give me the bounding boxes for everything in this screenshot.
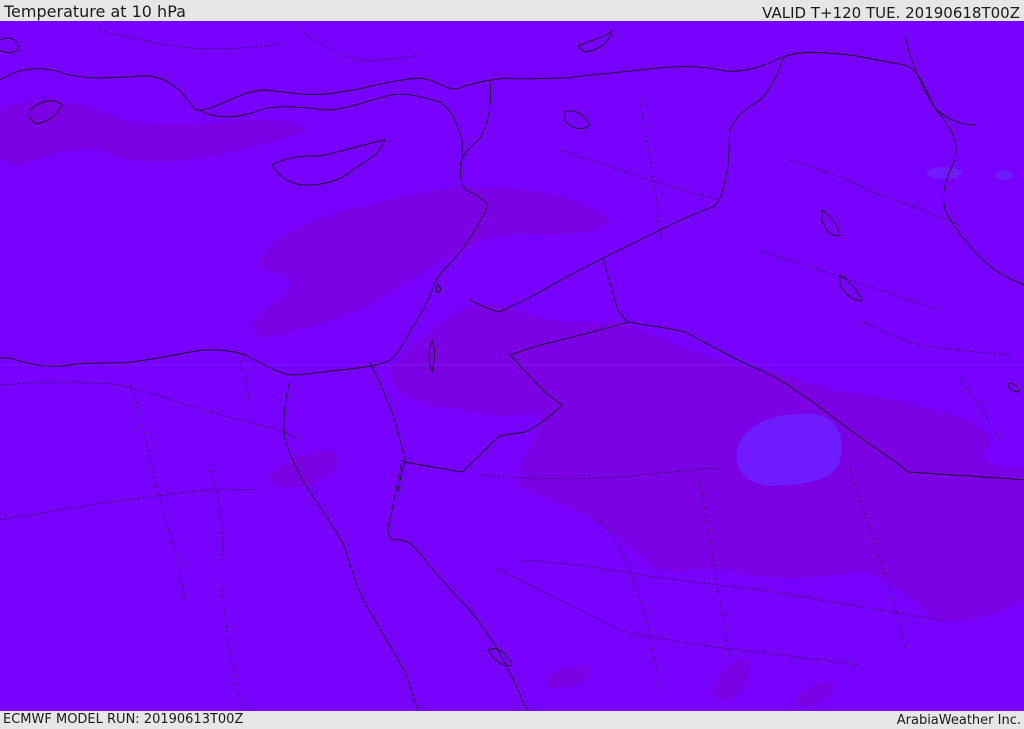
map-figure: Temperature at 10 hPa VALID T+120 TUE. 2… xyxy=(0,0,1024,729)
header-bar: Temperature at 10 hPa VALID T+120 TUE. 2… xyxy=(0,0,1024,22)
valid-time-label: VALID T+120 TUE. 20190618T00Z xyxy=(762,4,1020,22)
field-lighter-caspian-2 xyxy=(995,170,1013,180)
footer-bar: ECMWF MODEL RUN: 20190613T00Z ArabiaWeat… xyxy=(0,711,1024,729)
field-lighter-caspian xyxy=(926,167,962,179)
model-run-label: ECMWF MODEL RUN: 20190613T00Z xyxy=(3,712,244,727)
map-title: Temperature at 10 hPa xyxy=(4,2,186,21)
credit-label: ArabiaWeather Inc. xyxy=(896,713,1021,728)
map-area xyxy=(0,21,1024,711)
map-canvas xyxy=(0,21,1024,711)
